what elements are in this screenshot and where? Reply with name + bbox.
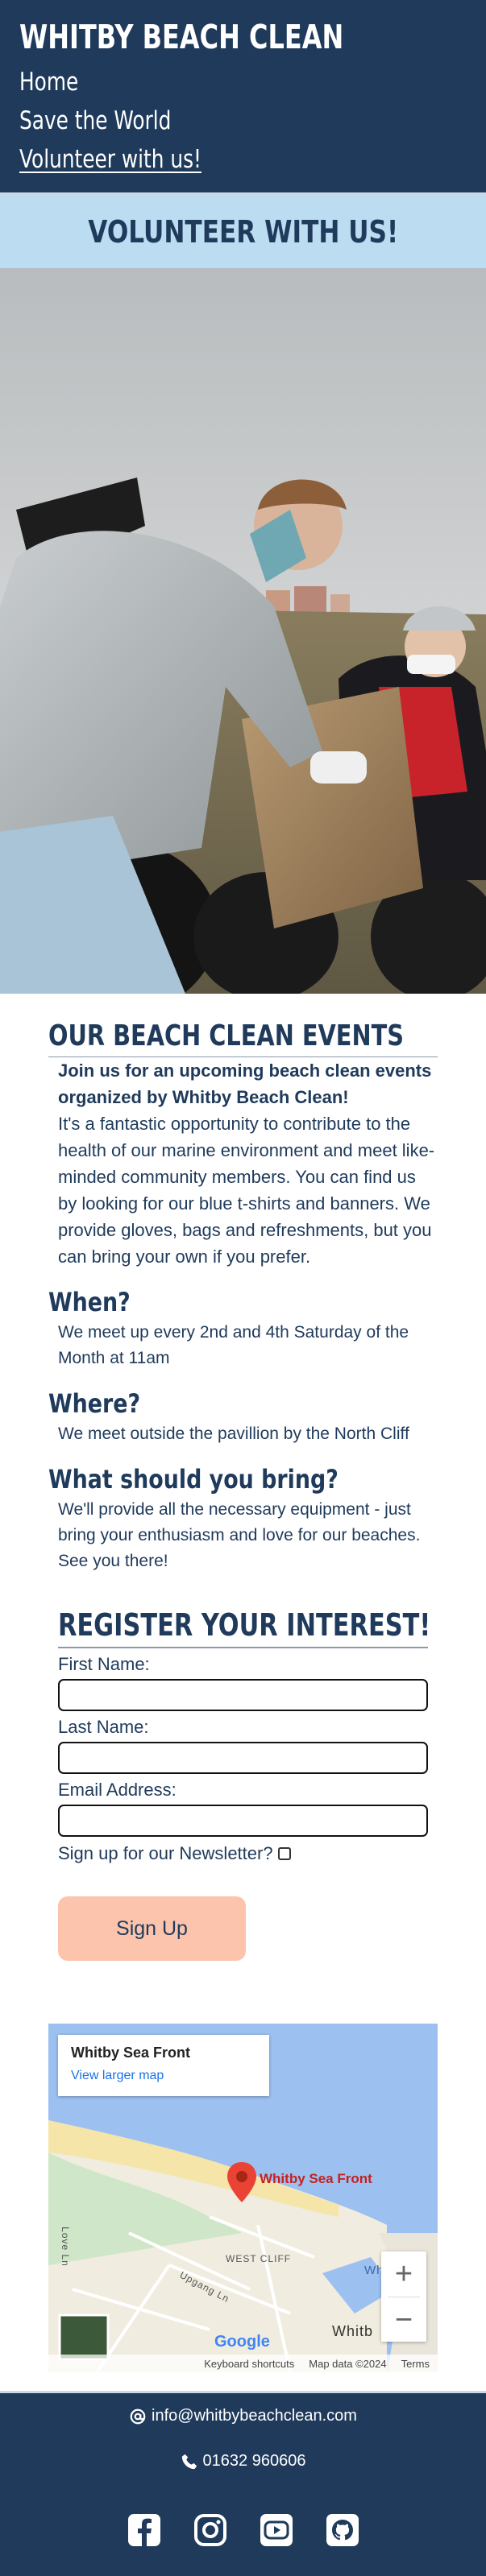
form-title-rule bbox=[58, 1647, 428, 1648]
hero-photo bbox=[0, 268, 486, 994]
newsletter-label: Sign up for our Newsletter? bbox=[58, 1843, 273, 1863]
instagram-icon[interactable] bbox=[192, 2512, 229, 2549]
nav-item-volunteer: Volunteer with us! bbox=[19, 142, 467, 180]
phone-icon bbox=[181, 2454, 197, 2469]
register-form: REGISTER YOUR INTEREST! First Name: Last… bbox=[0, 1603, 486, 1961]
footer-email-text: info@whitbybeachclean.com bbox=[152, 2407, 357, 2425]
events-intro-block: Join us for an upcoming beach clean even… bbox=[48, 1057, 438, 1270]
page-banner: VOLUNTEER WITH US! bbox=[0, 195, 486, 268]
site-header: WHITBY BEACH CLEAN Home Save the World V… bbox=[0, 0, 486, 192]
events-title: OUR BEACH CLEAN EVENTS bbox=[48, 1019, 404, 1052]
nav-link-volunteer[interactable]: Volunteer with us! bbox=[19, 142, 201, 177]
facebook-icon[interactable] bbox=[126, 2512, 163, 2549]
where-title: Where? bbox=[48, 1388, 141, 1419]
sign-up-button[interactable]: Sign Up bbox=[58, 1896, 246, 1961]
footer-phone[interactable]: 01632 960606 bbox=[0, 2452, 486, 2471]
map-keyboard-shortcuts[interactable]: Keyboard shortcuts bbox=[204, 2358, 294, 2370]
footer-phone-text: 01632 960606 bbox=[202, 2452, 306, 2470]
page-title: VOLUNTEER WITH US! bbox=[88, 213, 398, 250]
events-section: OUR BEACH CLEAN EVENTS Join us for an up… bbox=[0, 1016, 486, 1574]
nav-item-save-the-world: Save the World bbox=[19, 103, 467, 142]
last-name-field[interactable] bbox=[58, 1742, 428, 1774]
main-nav: Home Save the World Volunteer with us! bbox=[19, 64, 467, 180]
zoom-in-button[interactable]: + bbox=[381, 2251, 426, 2297]
map-label-west-cliff: WEST CLIFF bbox=[226, 2253, 292, 2264]
map-zoom-control: + − bbox=[381, 2251, 426, 2342]
map-label-whitb: Whitb bbox=[332, 2323, 374, 2339]
email-label: Email Address: bbox=[58, 1780, 177, 1800]
site-brand[interactable]: WHITBY BEACH CLEAN bbox=[19, 16, 368, 58]
site-footer: info@whitbybeachclean.com 01632 960606 bbox=[0, 2391, 486, 2576]
zoom-out-button[interactable]: − bbox=[381, 2297, 426, 2342]
map-pin-icon[interactable] bbox=[226, 2160, 258, 2204]
nav-link-home[interactable]: Home bbox=[19, 64, 78, 100]
newsletter-checkbox[interactable] bbox=[277, 1847, 291, 1860]
footer-divider bbox=[0, 2391, 486, 2393]
map-data-credit: Map data ©2024 bbox=[309, 2357, 387, 2370]
when-title: When? bbox=[48, 1287, 131, 1317]
last-name-label: Last Name: bbox=[58, 1717, 149, 1737]
first-name-field[interactable] bbox=[58, 1679, 428, 1711]
nav-item-home: Home bbox=[19, 64, 467, 103]
where-text: We meet outside the pavillion by the Nor… bbox=[58, 1424, 409, 1443]
map-pin-label: Whitby Sea Front bbox=[260, 2171, 372, 2186]
map-terms-link[interactable]: Terms bbox=[401, 2358, 430, 2370]
view-larger-map-link[interactable]: View larger map bbox=[71, 2069, 164, 2083]
hero-photo-illustration bbox=[0, 268, 486, 994]
at-icon bbox=[130, 2409, 146, 2424]
events-intro: It's a fantastic opportunity to contribu… bbox=[58, 1114, 435, 1267]
github-icon[interactable] bbox=[324, 2512, 361, 2549]
social-links bbox=[0, 2512, 486, 2549]
map-footer: Keyboard shortcuts Map data ©2024 Terms bbox=[48, 2355, 438, 2372]
map-label-love-ln: Love Ln bbox=[59, 2227, 71, 2267]
bring-title: What should you bring? bbox=[48, 1464, 339, 1495]
events-lead: Join us for an upcoming beach clean even… bbox=[58, 1061, 432, 1107]
email-field[interactable] bbox=[58, 1805, 428, 1837]
map-place-name: Whitby Sea Front bbox=[71, 2045, 190, 2061]
google-logo-text: Google bbox=[214, 2333, 270, 2351]
first-name-label: First Name: bbox=[58, 1654, 150, 1674]
newsletter-row: Sign up for our Newsletter? bbox=[58, 1840, 428, 1867]
bring-text: We'll provide all the necessary equipmen… bbox=[58, 1500, 421, 1570]
when-text: We meet up every 2nd and 4th Saturday of… bbox=[58, 1323, 409, 1367]
google-logo: Google bbox=[214, 2333, 270, 2351]
youtube-icon[interactable] bbox=[258, 2512, 295, 2549]
location-map[interactable]: Whitby Sea Front View larger map Whitby … bbox=[48, 2024, 438, 2372]
map-place-card: Whitby Sea Front View larger map bbox=[58, 2035, 269, 2096]
footer-email[interactable]: info@whitbybeachclean.com bbox=[0, 2407, 486, 2425]
nav-link-save-the-world[interactable]: Save the World bbox=[19, 103, 171, 139]
form-title: REGISTER YOUR INTEREST! bbox=[58, 1607, 431, 1643]
